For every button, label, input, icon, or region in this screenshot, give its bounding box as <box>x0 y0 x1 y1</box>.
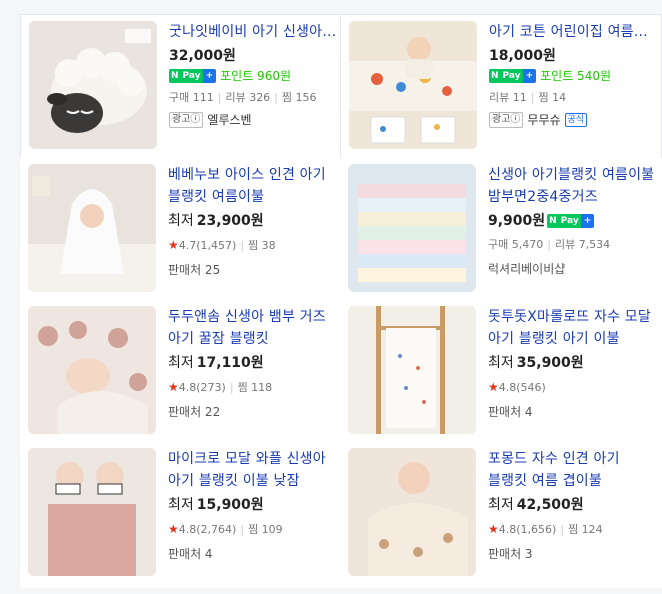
seller-count[interactable]: 판매처 4 <box>168 545 338 563</box>
product-title-link[interactable]: 마이크로 모달 와플 신생아 아기 블랭킷 이불 낮잠 <box>168 448 338 492</box>
product-thumbnail[interactable] <box>29 21 157 149</box>
npay-badge-icon: N Pay + <box>547 214 595 228</box>
sleeping-baby-image <box>28 306 156 434</box>
product-stats: 구매 111 | 리뷰 326 | 찜 156 <box>169 91 317 104</box>
product-rating: ★4.7(1,457) | 찜 38 <box>168 238 276 252</box>
product-price: 32,000원 <box>169 48 236 64</box>
product-price: 9,900원 N Pay + <box>488 210 658 232</box>
product-card[interactable]: 베베누보 아이스 인견 아기 블랭킷 여름이불 최저 23,900원 ★4.7(1… <box>20 158 342 304</box>
seller-count[interactable]: 판매처 22 <box>168 403 338 421</box>
product-title-link[interactable]: 굿나잇베이비 아기 신생아 블랭킷 <box>169 21 339 43</box>
ad-info-button[interactable]: 광고ⓘ <box>489 111 524 128</box>
product-thumbnail[interactable] <box>348 164 476 292</box>
product-stats: 리뷰 11 | 찜 14 <box>489 91 567 104</box>
product-title-link[interactable]: 두두앤솜 신생아 뱀부 거즈 아기 꿀잠 블랭킷 <box>168 306 338 350</box>
product-title-link[interactable]: 베베누보 아이스 인견 아기 블랭킷 여름이불 <box>168 164 338 208</box>
seller-count[interactable]: 판매처 25 <box>168 261 338 279</box>
product-card[interactable]: 두두앤솜 신생아 뱀부 거즈 아기 꿀잠 블랭킷 최저 17,110원 ★4.8(… <box>20 300 342 446</box>
product-card[interactable]: 신생아 아기블랭킷 여름이불 밤부면2중4중거즈 9,900원 N Pay + 구매… <box>340 158 662 304</box>
product-thumbnail[interactable] <box>28 306 156 434</box>
seller-count[interactable]: 판매처 3 <box>488 545 658 563</box>
product-card[interactable]: 굿나잇베이비 아기 신생아 블랭킷 32,000원 NPay+ 포인트 960원… <box>20 14 342 160</box>
blanket-on-ladder-image <box>348 306 476 434</box>
product-card[interactable]: 아기 코튼 어린이집 여름이불 18,000원 N Pay + 포인트 540원 리… <box>340 14 662 160</box>
star-icon: ★ <box>168 380 179 394</box>
seller-name-link[interactable]: 무무슈 <box>527 111 560 128</box>
seller-name-link[interactable]: 엘루스벤 <box>207 111 251 128</box>
product-thumbnail[interactable] <box>28 448 156 576</box>
star-icon: ★ <box>168 522 179 536</box>
star-icon: ★ <box>488 380 499 394</box>
product-thumbnail[interactable] <box>349 21 477 149</box>
seller-count[interactable]: 판매처 4 <box>488 403 658 421</box>
product-rating: ★4.8(273) | 찜 118 <box>168 380 273 394</box>
product-card[interactable]: 포몽드 자수 인견 아기 블랭킷 여름 겹이불 최저 42,500원 ★4.8(1… <box>340 442 662 588</box>
product-stats: 구매 5,470 | 리뷰 7,534 <box>488 238 611 251</box>
npay-badge-icon: N Pay + <box>489 69 537 83</box>
stacked-blankets-image <box>348 164 476 292</box>
product-price: 18,000원 <box>489 48 556 64</box>
product-title-link[interactable]: 포몽드 자수 인견 아기 블랭킷 여름 겹이불 <box>488 448 658 492</box>
product-rating: ★4.8(1,656) | 찜 124 <box>488 522 603 536</box>
official-badge: 공식 <box>564 112 588 127</box>
product-price: 최저 35,900원 <box>488 355 584 371</box>
product-title-link[interactable]: 아기 코튼 어린이집 여름이불 <box>489 21 659 43</box>
product-thumbnail[interactable] <box>348 448 476 576</box>
product-card[interactable]: 마이크로 모달 와플 신생아 아기 블랭킷 이불 낮잠 최저 15,900원 ★4… <box>20 442 342 588</box>
twin-babies-image <box>28 448 156 576</box>
product-thumbnail[interactable] <box>28 164 156 292</box>
product-rating: ★4.8(2,764) | 찜 109 <box>168 522 283 536</box>
product-price: 최저 15,900원 <box>168 497 264 513</box>
product-price: 최저 23,900원 <box>168 213 264 229</box>
product-price: 최저 42,500원 <box>488 497 584 513</box>
smiling-baby-image <box>348 448 476 576</box>
star-icon: ★ <box>488 522 499 536</box>
product-card[interactable]: 돗투돗X마롤로뜨 자수 모달 아기 블랭킷 아기 이불 최저 35,900원 ★4… <box>340 300 662 446</box>
sheep-plush-image <box>29 21 157 149</box>
ad-info-button[interactable]: 광고ⓘ <box>169 111 204 128</box>
seller-name-link[interactable]: 럭셔리베이비샵 <box>488 260 658 278</box>
npay-badge-icon: N Pay + <box>169 69 217 83</box>
npay-points: N Pay + 포인트 960원 <box>169 69 292 83</box>
product-rating: ★4.8(546) <box>488 380 546 394</box>
cotton-blanket-image <box>349 21 477 149</box>
star-icon: ★ <box>168 238 179 252</box>
product-price: 최저 17,110원 <box>168 355 264 371</box>
npay-points: N Pay + 포인트 540원 <box>489 69 612 83</box>
baby-blanket-image <box>28 164 156 292</box>
product-title-link[interactable]: 돗투돗X마롤로뜨 자수 모달 아기 블랭킷 아기 이불 <box>488 306 658 350</box>
product-thumbnail[interactable] <box>348 306 476 434</box>
product-grid: 굿나잇베이비 아기 신생아 블랭킷 32,000원 NPay+ 포인트 960원… <box>0 0 662 594</box>
product-title-link[interactable]: 신생아 아기블랭킷 여름이불 밤부면2중4중거즈 <box>488 164 658 208</box>
